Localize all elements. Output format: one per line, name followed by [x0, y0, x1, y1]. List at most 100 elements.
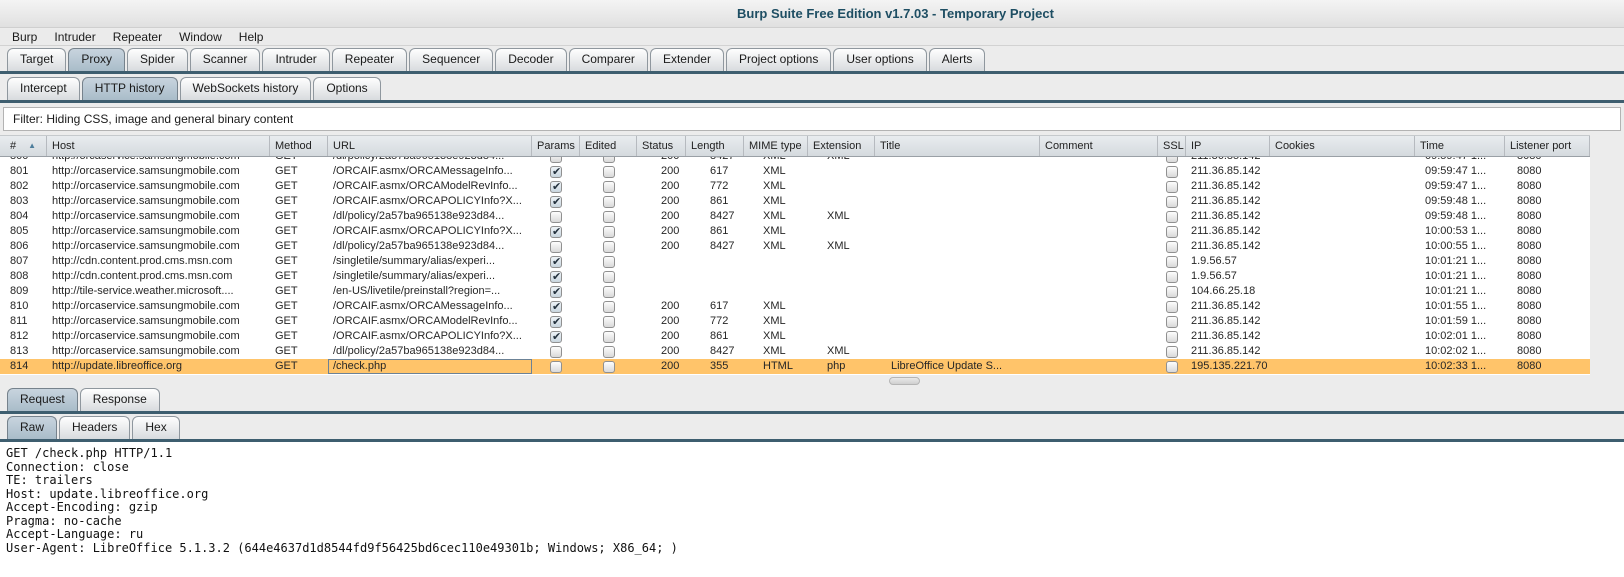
viewtab-raw[interactable]: Raw: [7, 416, 57, 439]
cell-ip[interactable]: 211.36.85.142: [1186, 344, 1270, 359]
cell-comment[interactable]: [1040, 344, 1158, 359]
cell-port[interactable]: 8080: [1505, 344, 1590, 359]
cell-time[interactable]: 10:00:53 1...: [1415, 224, 1505, 239]
table-row-809[interactable]: 809http://tile-service.weather.microsoft…: [0, 284, 1590, 299]
cell-host[interactable]: http://tile-service.weather.microsoft...…: [47, 284, 270, 299]
params-checkbox[interactable]: [550, 211, 562, 223]
raw-request-editor[interactable]: GET /check.php HTTP/1.1Connection: close…: [0, 442, 1624, 577]
cell-extension[interactable]: php: [808, 359, 875, 374]
params-checkbox[interactable]: [550, 157, 562, 163]
cell-params[interactable]: [532, 179, 580, 194]
cell-extension[interactable]: [808, 329, 875, 344]
edited-checkbox[interactable]: [603, 346, 615, 358]
table-row-814[interactable]: 814http://update.libreoffice.orgGET/chec…: [0, 359, 1590, 374]
cell-mime[interactable]: XML: [744, 209, 808, 224]
splitter-handle[interactable]: [889, 377, 920, 385]
params-checkbox[interactable]: [550, 331, 562, 343]
cell-host[interactable]: http://cdn.content.prod.cms.msn.com: [47, 254, 270, 269]
subtab-http-history[interactable]: HTTP history: [82, 77, 178, 100]
cell-url[interactable]: /dl/policy/2a57ba965138e923d84...: [328, 239, 532, 254]
params-checkbox[interactable]: [550, 166, 562, 178]
cell-method[interactable]: GET: [270, 269, 328, 284]
cell-port[interactable]: 8080: [1505, 224, 1590, 239]
cell-url[interactable]: /dl/policy/2a57ba965138e923d84...: [328, 157, 532, 164]
cell-extension[interactable]: XML: [808, 239, 875, 254]
tab-proxy[interactable]: Proxy: [68, 48, 125, 71]
cell-params[interactable]: [532, 157, 580, 164]
cell-edited[interactable]: [580, 359, 637, 374]
cell-ssl[interactable]: [1158, 239, 1186, 254]
cell-method[interactable]: GET: [270, 359, 328, 374]
column-header-length[interactable]: Length: [686, 136, 744, 156]
cell-extension[interactable]: XML: [808, 209, 875, 224]
cell-num[interactable]: 811: [0, 314, 47, 329]
cell-ip[interactable]: 211.36.85.142: [1186, 194, 1270, 209]
column-header-mime-type[interactable]: MIME type: [744, 136, 808, 156]
cell-length[interactable]: 772: [686, 179, 744, 194]
cell-length[interactable]: 861: [686, 194, 744, 209]
tab-intruder[interactable]: Intruder: [262, 48, 329, 71]
cell-params[interactable]: [532, 254, 580, 269]
cell-num[interactable]: 812: [0, 329, 47, 344]
cell-ssl[interactable]: [1158, 269, 1186, 284]
cell-method[interactable]: GET: [270, 254, 328, 269]
params-checkbox[interactable]: [550, 256, 562, 268]
cell-status[interactable]: 200: [637, 239, 686, 254]
cell-length[interactable]: [686, 254, 744, 269]
cell-comment[interactable]: [1040, 269, 1158, 284]
cell-edited[interactable]: [580, 209, 637, 224]
cell-ip[interactable]: 211.36.85.142: [1186, 179, 1270, 194]
cell-title[interactable]: [875, 269, 1040, 284]
cell-title[interactable]: [875, 344, 1040, 359]
cell-edited[interactable]: [580, 164, 637, 179]
params-checkbox[interactable]: [550, 196, 562, 208]
cell-status[interactable]: 200: [637, 157, 686, 164]
cell-length[interactable]: 617: [686, 299, 744, 314]
cell-host[interactable]: http://orcaservice.samsungmobile.com: [47, 314, 270, 329]
cell-title[interactable]: [875, 284, 1040, 299]
cell-time[interactable]: 10:02:01 1...: [1415, 329, 1505, 344]
cell-url[interactable]: /dl/policy/2a57ba965138e923d84...: [328, 209, 532, 224]
params-checkbox[interactable]: [550, 286, 562, 298]
cell-ip[interactable]: 104.66.25.18: [1186, 284, 1270, 299]
params-checkbox[interactable]: [550, 346, 562, 358]
cell-status[interactable]: 200: [637, 314, 686, 329]
table-row-803[interactable]: 803http://orcaservice.samsungmobile.comG…: [0, 194, 1590, 209]
cell-cookies[interactable]: [1270, 359, 1415, 374]
ssl-checkbox[interactable]: [1166, 346, 1178, 358]
cell-cookies[interactable]: [1270, 344, 1415, 359]
cell-num[interactable]: 803: [0, 194, 47, 209]
table-row-810[interactable]: 810http://orcaservice.samsungmobile.comG…: [0, 299, 1590, 314]
ssl-checkbox[interactable]: [1166, 361, 1178, 373]
cell-extension[interactable]: XML: [808, 344, 875, 359]
cell-port[interactable]: 8080: [1505, 239, 1590, 254]
cell-port[interactable]: 8080: [1505, 299, 1590, 314]
tab-decoder[interactable]: Decoder: [495, 48, 566, 71]
edited-checkbox[interactable]: [603, 226, 615, 238]
cell-title[interactable]: [875, 209, 1040, 224]
column-header-title[interactable]: Title: [875, 136, 1040, 156]
tab-alerts[interactable]: Alerts: [929, 48, 986, 71]
cell-mime[interactable]: [744, 284, 808, 299]
cell-ssl[interactable]: [1158, 164, 1186, 179]
cell-length[interactable]: 8427: [686, 157, 744, 164]
cell-num[interactable]: 814: [0, 359, 47, 374]
column-header-[interactable]: #▲: [0, 136, 47, 156]
cell-method[interactable]: GET: [270, 224, 328, 239]
cell-extension[interactable]: [808, 254, 875, 269]
table-row-804[interactable]: 804http://orcaservice.samsungmobile.comG…: [0, 209, 1590, 224]
cell-host[interactable]: http://orcaservice.samsungmobile.com: [47, 209, 270, 224]
cell-params[interactable]: [532, 209, 580, 224]
edited-checkbox[interactable]: [603, 316, 615, 328]
cell-mime[interactable]: XML: [744, 164, 808, 179]
params-checkbox[interactable]: [550, 181, 562, 193]
edited-checkbox[interactable]: [603, 211, 615, 223]
cell-params[interactable]: [532, 239, 580, 254]
cell-method[interactable]: GET: [270, 157, 328, 164]
cell-host[interactable]: http://orcaservice.samsungmobile.com: [47, 329, 270, 344]
cell-status[interactable]: 200: [637, 179, 686, 194]
cell-comment[interactable]: [1040, 329, 1158, 344]
cell-cookies[interactable]: [1270, 254, 1415, 269]
cell-params[interactable]: [532, 269, 580, 284]
cell-ssl[interactable]: [1158, 209, 1186, 224]
